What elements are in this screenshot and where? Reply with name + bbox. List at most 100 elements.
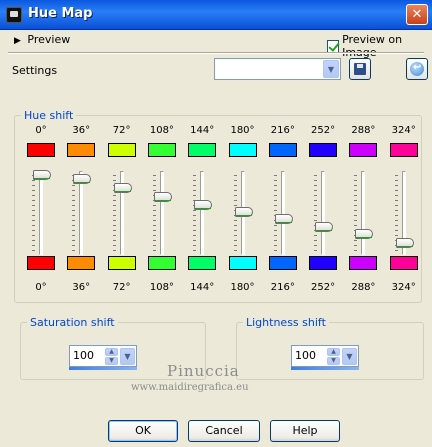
watermark-name: Pinuccia <box>167 362 240 380</box>
spin-up-icon[interactable]: ▲ <box>105 348 118 356</box>
hue-label-bottom: 72° <box>112 282 131 293</box>
slider-tick <box>32 210 35 211</box>
hue-slider-track[interactable] <box>280 171 285 255</box>
hue-swatch-target[interactable] <box>27 256 55 270</box>
hue-swatch-source[interactable] <box>67 143 96 157</box>
hue-swatch-target[interactable] <box>268 256 297 270</box>
slider-tick <box>72 225 76 226</box>
hue-slider-thumb[interactable] <box>274 214 293 225</box>
hue-swatch-target[interactable] <box>147 256 176 270</box>
hue-swatch-target[interactable] <box>107 256 136 270</box>
hue-label-top: 180° <box>230 125 255 136</box>
hue-slider-thumb[interactable] <box>355 229 374 240</box>
slider-tick <box>193 180 197 181</box>
slider-tick <box>273 230 277 231</box>
hue-swatch-source[interactable] <box>188 143 217 157</box>
hue-slider-thumb[interactable] <box>194 199 213 210</box>
hue-swatch-source[interactable] <box>389 143 418 157</box>
hue-swatch-target[interactable] <box>309 256 338 270</box>
hue-slider-thumb[interactable] <box>73 174 92 185</box>
spin-up-icon[interactable]: ▲ <box>327 348 340 356</box>
hue-slider-track[interactable] <box>200 171 205 255</box>
hue-slider-thumb[interactable] <box>153 192 172 203</box>
slider-tick <box>314 195 318 196</box>
reset-button[interactable] <box>406 58 428 80</box>
hue-swatch-target[interactable] <box>349 256 378 270</box>
slider-tick <box>314 235 318 236</box>
lightness-slider-bar[interactable] <box>291 367 359 370</box>
slider-tick <box>32 180 35 181</box>
hue-label-bottom: 108° <box>149 282 174 293</box>
hue-swatch-source[interactable] <box>349 143 378 157</box>
saturation-slider-bar[interactable] <box>69 367 137 370</box>
slider-tick <box>32 240 35 241</box>
help-button[interactable]: Help <box>270 420 340 442</box>
slider-tick <box>394 210 398 211</box>
hue-swatch-target[interactable] <box>188 256 217 270</box>
hue-slider-track[interactable] <box>321 171 326 255</box>
slider-tick <box>112 195 116 196</box>
hue-swatch-source[interactable] <box>107 143 136 157</box>
saturation-shift-legend: Saturation shift <box>27 316 118 329</box>
chevron-down-icon[interactable]: ▼ <box>120 348 135 365</box>
hue-swatch-source[interactable] <box>228 143 257 157</box>
slider-tick <box>354 180 358 181</box>
close-button[interactable]: ✕ <box>406 4 428 25</box>
slider-tick <box>112 205 116 206</box>
slider-tick <box>193 210 197 211</box>
slider-tick <box>32 230 35 231</box>
hue-slider-track[interactable] <box>39 171 43 255</box>
save-preset-button[interactable] <box>349 58 371 80</box>
preview-on-image-checkbox[interactable]: Preview on Image <box>327 33 432 59</box>
ok-button[interactable]: OK <box>108 420 178 442</box>
lightness-value[interactable]: 100 <box>295 349 316 362</box>
hue-swatch-target[interactable] <box>67 256 96 270</box>
hue-slider-thumb[interactable] <box>113 183 132 194</box>
preview-toggle[interactable]: ▶ Preview <box>14 33 70 46</box>
cancel-button[interactable]: Cancel <box>188 420 260 442</box>
slider-tick <box>314 205 318 206</box>
spin-down-icon[interactable]: ▼ <box>105 357 118 365</box>
hue-swatch-source[interactable] <box>27 143 55 157</box>
chevron-down-icon[interactable]: ▼ <box>342 348 357 365</box>
hue-label-bottom: 144° <box>190 282 215 293</box>
checkbox-checked-icon[interactable] <box>327 39 340 53</box>
slider-tick <box>112 215 116 216</box>
settings-label: Settings <box>12 64 58 77</box>
slider-tick <box>354 195 358 196</box>
hue-swatch-source[interactable] <box>309 143 338 157</box>
slider-tick <box>354 220 358 221</box>
slider-tick <box>152 210 156 211</box>
slider-tick <box>233 230 237 231</box>
saturation-spinbox[interactable]: 100 ▲ ▼ ▼ <box>69 345 137 367</box>
hue-swatch-target[interactable] <box>389 256 418 270</box>
spin-down-icon[interactable]: ▼ <box>327 357 340 365</box>
title-bar: Hue Map ✕ <box>0 0 432 30</box>
slider-tick <box>152 215 156 216</box>
hue-slider-thumb[interactable] <box>234 207 253 217</box>
app-icon <box>6 7 22 23</box>
hue-label-top: 252° <box>311 125 336 136</box>
slider-tick <box>314 250 318 251</box>
watermark-url: www.maidiregrafica.eu <box>131 382 249 393</box>
hue-slider-thumb[interactable] <box>395 238 414 249</box>
hue-swatch-source[interactable] <box>147 143 176 157</box>
hue-slider-track[interactable] <box>361 171 366 255</box>
hue-swatch-source[interactable] <box>268 143 297 157</box>
hue-slider-track[interactable] <box>159 171 164 255</box>
hue-slider-thumb[interactable] <box>33 170 51 180</box>
slider-tick <box>314 185 318 186</box>
slider-tick <box>72 220 76 221</box>
hue-slider-thumb[interactable] <box>315 221 334 232</box>
chevron-down-icon[interactable]: ▼ <box>323 60 339 78</box>
settings-dropdown[interactable]: ▼ <box>214 58 341 80</box>
hue-label-top: 288° <box>351 125 376 136</box>
slider-tick <box>32 185 35 186</box>
lightness-spinbox[interactable]: 100 ▲ ▼ ▼ <box>291 345 359 367</box>
hue-swatch-target[interactable] <box>228 256 257 270</box>
hue-shift-legend: Hue shift <box>21 109 77 122</box>
saturation-value[interactable]: 100 <box>73 349 94 362</box>
slider-tick <box>193 175 197 176</box>
hue-label-top: 108° <box>149 125 174 136</box>
hue-label-bottom: 36° <box>72 282 91 293</box>
